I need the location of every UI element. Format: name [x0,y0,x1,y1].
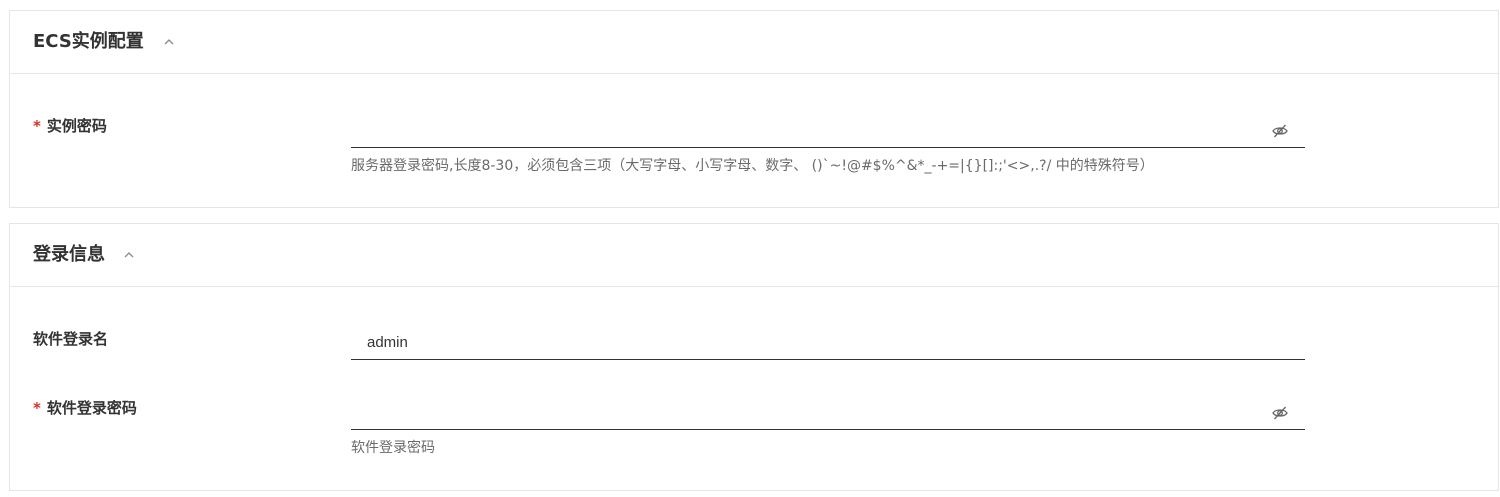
eye-off-icon[interactable] [1271,404,1289,422]
instance-password-label: * 实例密码 [33,116,107,136]
software-password-input[interactable] [351,396,1251,429]
software-username-label: 软件登录名 [33,329,108,349]
software-password-label: * 软件登录密码 [33,398,137,418]
required-mark: * [33,117,41,135]
software-username-input[interactable] [351,326,1251,359]
instance-password-input-wrapper [351,114,1305,148]
chevron-up-icon[interactable] [123,249,135,261]
login-info-title: 登录信息 [33,244,105,265]
login-info-header[interactable]: 登录信息 [10,224,1498,287]
software-password-label-text: 软件登录密码 [46,399,137,417]
chevron-up-icon[interactable] [163,36,175,48]
eye-off-icon[interactable] [1271,122,1289,140]
ecs-config-panel: ECS实例配置 * 实例密码 服务器登录密码,长度8-30，必须包含三项（大写字母… [9,10,1499,208]
software-password-help: 软件登录密码 [351,440,435,456]
ecs-config-header[interactable]: ECS实例配置 [10,11,1498,74]
instance-password-help: 服务器登录密码,长度8-30，必须包含三项（大写字母、小写字母、数字、 ()`~… [351,158,1154,174]
instance-password-label-text: 实例密码 [46,117,107,135]
software-username-input-wrapper [351,326,1305,360]
login-info-panel: 登录信息 软件登录名 * 软件登录密码 软件登录密码 [9,223,1499,491]
software-username-label-text: 软件登录名 [33,330,109,348]
software-password-input-wrapper [351,396,1305,430]
required-mark: * [33,399,41,417]
ecs-config-title: ECS实例配置 [33,31,144,52]
instance-password-input[interactable] [351,114,1251,147]
